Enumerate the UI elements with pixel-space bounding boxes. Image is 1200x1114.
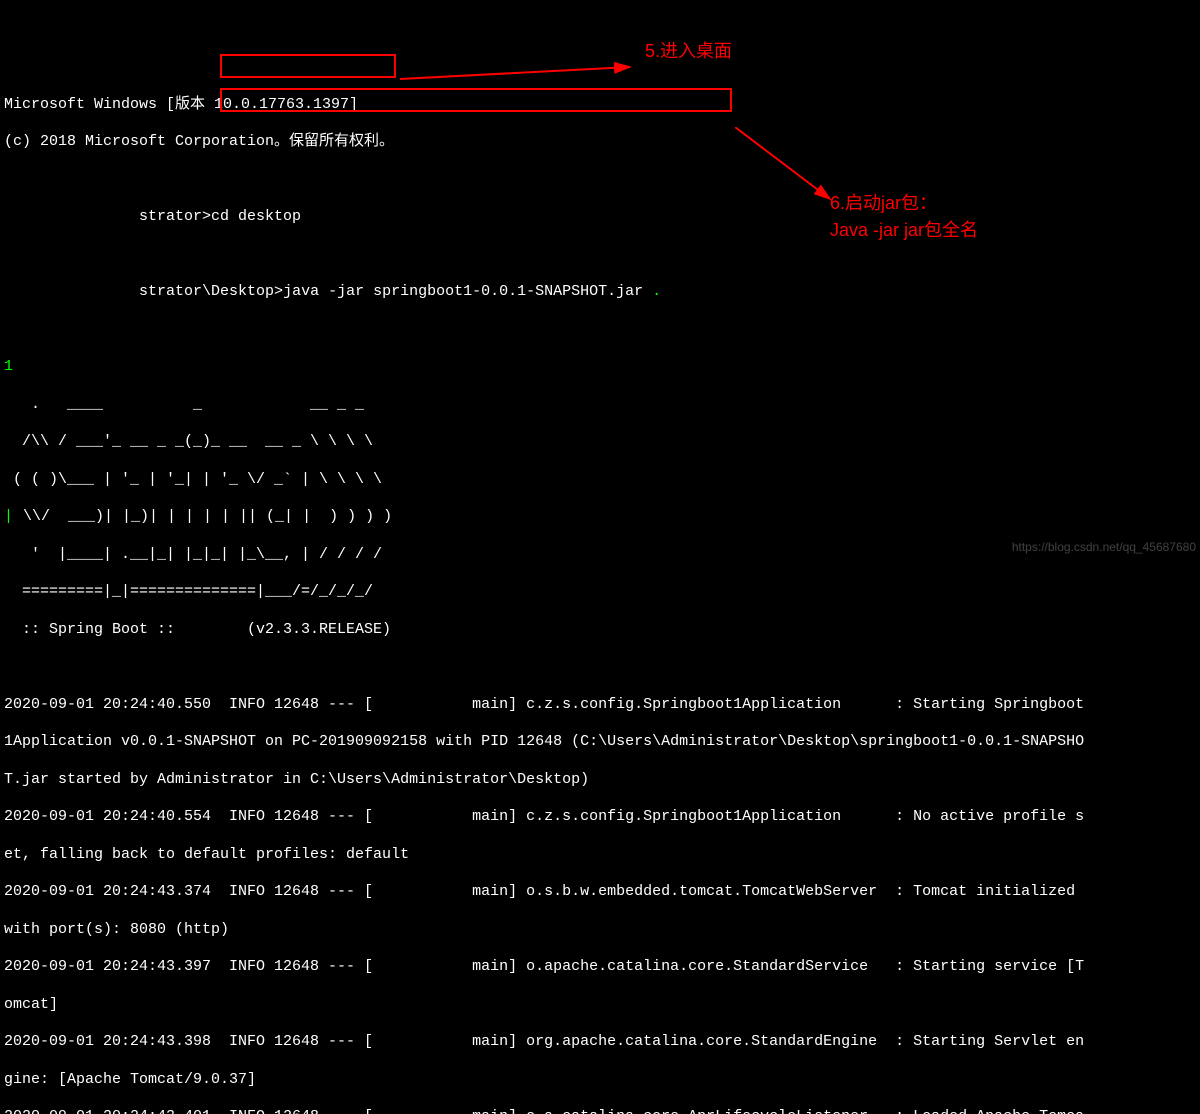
log-line: 1Application v0.0.1-SNAPSHOT on PC-20190…	[4, 733, 1196, 752]
log-line: 2020-09-01 20:24:43.397 INFO 12648 --- […	[4, 958, 1196, 977]
prompt-cd-desktop: C:\Users\Administrator>cd desktop	[4, 208, 1196, 227]
annotation-6: 6.启动jar包： Java -jar jar包全名	[830, 190, 978, 244]
log-line: 2020-09-01 20:24:40.554 INFO 12648 --- […	[4, 808, 1196, 827]
terminal-window[interactable]: Microsoft Windows [版本 10.0.17763.1397] (…	[0, 75, 1200, 1114]
log-line: 2020-09-01 20:24:43.401 INFO 12648 --- […	[4, 1108, 1196, 1114]
watermark: https://blog.csdn.net/qq_45687680	[1012, 540, 1196, 555]
spring-banner: /\\ / ___'_ __ _ _(_)_ __ __ _ \ \ \ \	[4, 433, 1196, 452]
log-line: with port(s): 8080 (http)	[4, 921, 1196, 940]
spring-banner: . ____ _ __ _ _	[4, 396, 1196, 415]
os-version-line: Microsoft Windows [版本 10.0.17763.1397]	[4, 96, 1196, 115]
log-line: et, falling back to default profiles: de…	[4, 846, 1196, 865]
log-line: 2020-09-01 20:24:43.398 INFO 12648 --- […	[4, 1033, 1196, 1052]
prompt-java-jar: C:\Users\Administrator\Desktop>java -jar…	[4, 283, 1196, 302]
annotation-5: 5.进入桌面	[645, 40, 732, 63]
spring-version-line: :: Spring Boot :: (v2.3.3.RELEASE)	[4, 621, 1196, 640]
log-line: gine: [Apache Tomcat/9.0.37]	[4, 1071, 1196, 1090]
log-line: 2020-09-01 20:24:43.374 INFO 12648 --- […	[4, 883, 1196, 902]
log-line: T.jar started by Administrator in C:\Use…	[4, 771, 1196, 790]
spring-banner: \\/ ___)| |_)| | | | | || (_| | ) ) ) )	[5, 508, 392, 525]
log-line: omcat]	[4, 996, 1196, 1015]
log-line: 2020-09-01 20:24:40.550 INFO 12648 --- […	[4, 696, 1196, 715]
spring-banner: ( ( )\___ | '_ | '_| | '_ \/ _` | \ \ \ …	[4, 471, 1196, 490]
copyright-line: (c) 2018 Microsoft Corporation。保留所有权利。	[4, 133, 1196, 152]
spring-banner: =========|_|==============|___/=/_/_/_/	[4, 583, 1196, 602]
